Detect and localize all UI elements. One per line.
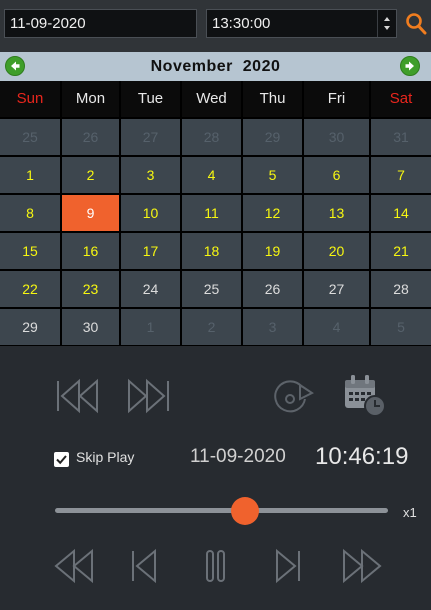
toolbar: 11-09-2020 13:30:00 xyxy=(0,0,431,52)
spin-down-icon[interactable] xyxy=(384,26,390,30)
green-left-arrow-icon xyxy=(11,61,20,71)
weekday-header: Mon xyxy=(62,81,119,117)
selected-day-cell[interactable]: 9 xyxy=(62,195,119,231)
pause-icon[interactable] xyxy=(205,548,227,584)
day-cell[interactable]: 1 xyxy=(121,309,180,345)
month-header: November 2020 xyxy=(0,52,431,81)
day-cell[interactable]: 18 xyxy=(182,233,241,269)
day-cell[interactable]: 2 xyxy=(62,157,119,193)
playback-slider-track[interactable] xyxy=(55,508,388,513)
weekday-header: Fri xyxy=(304,81,369,117)
day-cell[interactable]: 30 xyxy=(304,119,369,155)
playback-time: 10:46:19 xyxy=(315,443,409,470)
rewind-icon[interactable] xyxy=(52,548,96,584)
day-cell[interactable]: 17 xyxy=(121,233,180,269)
day-cell[interactable]: 25 xyxy=(0,119,60,155)
day-cell[interactable]: 25 xyxy=(182,271,241,307)
calendar-clock-icon[interactable] xyxy=(341,372,387,418)
day-cell[interactable]: 29 xyxy=(243,119,302,155)
skip-to-end-icon[interactable] xyxy=(125,378,171,414)
day-cell[interactable]: 1 xyxy=(0,157,60,193)
day-cell[interactable]: 16 xyxy=(62,233,119,269)
day-cell[interactable]: 14 xyxy=(371,195,431,231)
checkmark-icon xyxy=(56,455,67,465)
day-cell[interactable]: 26 xyxy=(243,271,302,307)
day-cell[interactable]: 11 xyxy=(182,195,241,231)
day-cell[interactable]: 21 xyxy=(371,233,431,269)
green-right-arrow-icon xyxy=(405,61,414,71)
day-cell[interactable]: 5 xyxy=(243,157,302,193)
day-cell[interactable]: 15 xyxy=(0,233,60,269)
weekday-header: Thu xyxy=(243,81,302,117)
day-cell[interactable]: 27 xyxy=(121,119,180,155)
day-cell[interactable]: 29 xyxy=(0,309,60,345)
day-cell[interactable]: 27 xyxy=(304,271,369,307)
day-cell[interactable]: 31 xyxy=(371,119,431,155)
time-spinner[interactable] xyxy=(377,10,396,37)
day-cell[interactable]: 5 xyxy=(371,309,431,345)
speed-label[interactable]: x1 xyxy=(403,505,417,520)
date-input[interactable]: 11-09-2020 xyxy=(4,9,197,38)
day-cell[interactable]: 3 xyxy=(243,309,302,345)
day-cell[interactable]: 7 xyxy=(371,157,431,193)
day-cell[interactable]: 24 xyxy=(121,271,180,307)
day-cell[interactable]: 28 xyxy=(371,271,431,307)
day-cell[interactable]: 22 xyxy=(0,271,60,307)
day-cell[interactable]: 2 xyxy=(182,309,241,345)
day-cell[interactable]: 30 xyxy=(62,309,119,345)
prev-month-button[interactable] xyxy=(5,56,25,76)
day-cell[interactable]: 13 xyxy=(304,195,369,231)
weekday-header: Tue xyxy=(121,81,180,117)
snapshot-disc-icon[interactable] xyxy=(272,377,314,417)
month-title: November 2020 xyxy=(150,58,281,75)
next-frame-icon[interactable] xyxy=(274,548,302,584)
weekday-header: Wed xyxy=(182,81,241,117)
weekday-header: Sat xyxy=(371,81,431,117)
day-cell[interactable]: 12 xyxy=(243,195,302,231)
next-month-button[interactable] xyxy=(400,56,420,76)
skip-play-checkbox[interactable] xyxy=(54,452,69,467)
playback-date: 11-09-2020 xyxy=(190,446,286,467)
skip-to-start-icon[interactable] xyxy=(55,378,101,414)
time-input[interactable]: 13:30:00 xyxy=(206,9,397,38)
fast-forward-icon[interactable] xyxy=(340,548,384,584)
spin-up-icon[interactable] xyxy=(384,17,390,21)
day-cell[interactable]: 19 xyxy=(243,233,302,269)
search-icon[interactable] xyxy=(405,12,427,36)
day-cell[interactable]: 8 xyxy=(0,195,60,231)
day-cell[interactable]: 10 xyxy=(121,195,180,231)
playback-slider-thumb[interactable] xyxy=(230,497,259,525)
day-cell[interactable]: 3 xyxy=(121,157,180,193)
day-cell[interactable]: 26 xyxy=(62,119,119,155)
time-value: 13:30:00 xyxy=(212,15,271,32)
calendar-grid: Sun Mon Tue Wed Thu Fri Sat 25 26 27 28 29 30 31 1 2 3 4 5… xyxy=(0,81,431,346)
day-cell[interactable]: 23 xyxy=(62,271,119,307)
day-cell[interactable]: 6 xyxy=(304,157,369,193)
day-cell[interactable]: 28 xyxy=(182,119,241,155)
previous-frame-icon[interactable] xyxy=(130,548,158,584)
day-cell[interactable]: 4 xyxy=(304,309,369,345)
day-cell[interactable]: 4 xyxy=(182,157,241,193)
day-cell[interactable]: 20 xyxy=(304,233,369,269)
skip-play-label[interactable]: Skip Play xyxy=(76,449,134,465)
weekday-header: Sun xyxy=(0,81,60,117)
